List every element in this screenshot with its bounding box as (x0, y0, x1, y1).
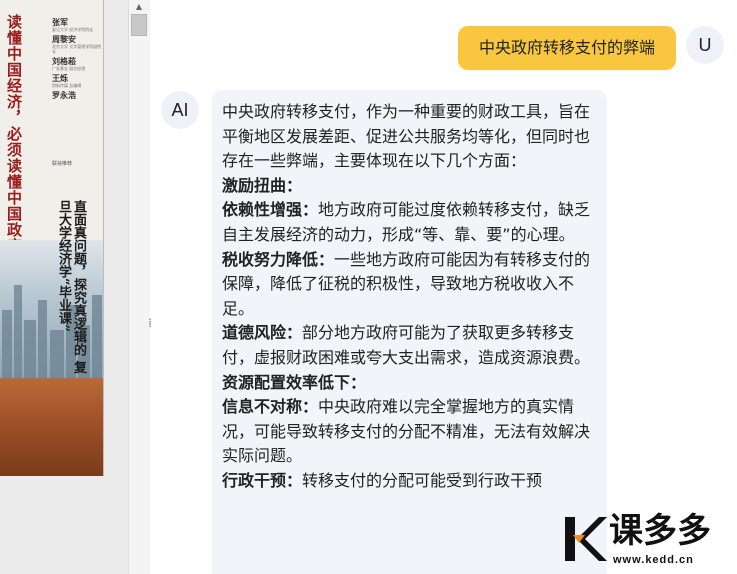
ai-section: 行政干预：转移支付的分配可能受到行政干预 (222, 469, 593, 494)
cover-recommend-label: 联袂推荐 (52, 161, 73, 167)
watermark-logo: 课多多 www.kedd.cn (563, 505, 737, 574)
ai-section-heading: 资源配置效率低下： (222, 372, 367, 392)
ai-section-heading: 税收努力降低： (222, 249, 335, 269)
ai-section: 激励扭曲： (222, 174, 593, 199)
ai-section: 税收努力降低：一些地方政府可能因为有转移支付的保障，降低了征税的积极性，导致地方… (222, 248, 593, 322)
ai-section-heading: 激励扭曲： (222, 175, 303, 195)
cover-author-list: 张军 复旦大学 经济学院院长 周黎安 北京大学 光华管理学院副院长 刘格菘 广发… (52, 18, 102, 100)
book-cover-page: 读懂中国经济，必须读懂中国政府 张军 复旦大学 经济学院院长 周黎安 北京大学 … (0, 0, 104, 476)
ai-section-heading: 信息不对称： (222, 397, 319, 417)
ai-section: 资源配置效率低下： (222, 371, 593, 396)
ai-section-heading: 道德风险： (222, 323, 303, 343)
author-affiliation: 复旦大学 经济学院院长 (52, 27, 94, 32)
ai-message-bubble: 中央政府转移支付，作为一种重要的财政工具，旨在平衡地区发展差距、促进公共服务均等… (212, 90, 607, 574)
author-name: 周黎安 (52, 35, 76, 44)
document-viewer-pane[interactable]: 读懂中国经济，必须读懂中国政府 张军 复旦大学 经济学院院长 周黎安 北京大学 … (0, 0, 152, 574)
ai-section-heading: 依赖性增强： (222, 200, 319, 220)
ai-section-heading: 行政干预： (222, 470, 303, 490)
cover-bottom-image (0, 378, 103, 476)
author-affiliation: 北京大学 光华管理学院副院长 (52, 44, 102, 54)
watermark-url: www.kedd.cn (613, 554, 694, 566)
kedd-logo-icon (565, 517, 607, 561)
ai-avatar: AI (161, 91, 199, 129)
author-name: 罗永浩 (52, 91, 76, 100)
author-name: 王烁 (52, 74, 68, 83)
cover-right-title: 直面真问题，探究真逻辑的 复旦大学经济学“毕业课” (56, 200, 86, 374)
author-affiliation: 广发基金 副总经理 (52, 66, 86, 71)
scroll-up-arrow-icon[interactable]: ▲ (132, 2, 146, 12)
ai-intro-text: 中央政府转移支付，作为一种重要的财政工具，旨在平衡地区发展差距、促进公共服务均等… (222, 102, 591, 171)
chat-pane: 中央政府转移支付的弊端 U AI 中央政府转移支付，作为一种重要的财政工具，旨在… (152, 0, 737, 574)
ai-section-text: 转移支付的分配可能受到行政干预 (302, 470, 543, 490)
viewer-scrollbar-track[interactable] (128, 0, 150, 574)
cover-city-image (0, 240, 103, 380)
ai-section: 依赖性增强：地方政府可能过度依赖转移支付，缺乏自主发展经济的动力，形成“等、靠、… (222, 198, 593, 247)
ai-section: 道德风险：部分地方政府可能为了获取更多转移支付，虚报财政困难或夸大支出需求，造成… (222, 321, 593, 370)
watermark-brand: 课多多 (609, 511, 711, 551)
author-name: 张军 (52, 18, 68, 27)
viewer-scrollbar-thumb[interactable] (131, 14, 147, 36)
ai-section: 信息不对称：中央政府难以完全掌握地方的真实情况，可能导致转移支付的分配不精准，无… (222, 395, 593, 469)
author-affiliation: 财新传媒 总编辑 (52, 83, 82, 88)
user-message-bubble: 中央政府转移支付的弊端 (458, 26, 676, 70)
author-name: 刘格菘 (52, 57, 76, 66)
user-avatar: U (686, 26, 724, 64)
cover-left-title: 读懂中国经济，必须读懂中国政府 (5, 14, 23, 254)
